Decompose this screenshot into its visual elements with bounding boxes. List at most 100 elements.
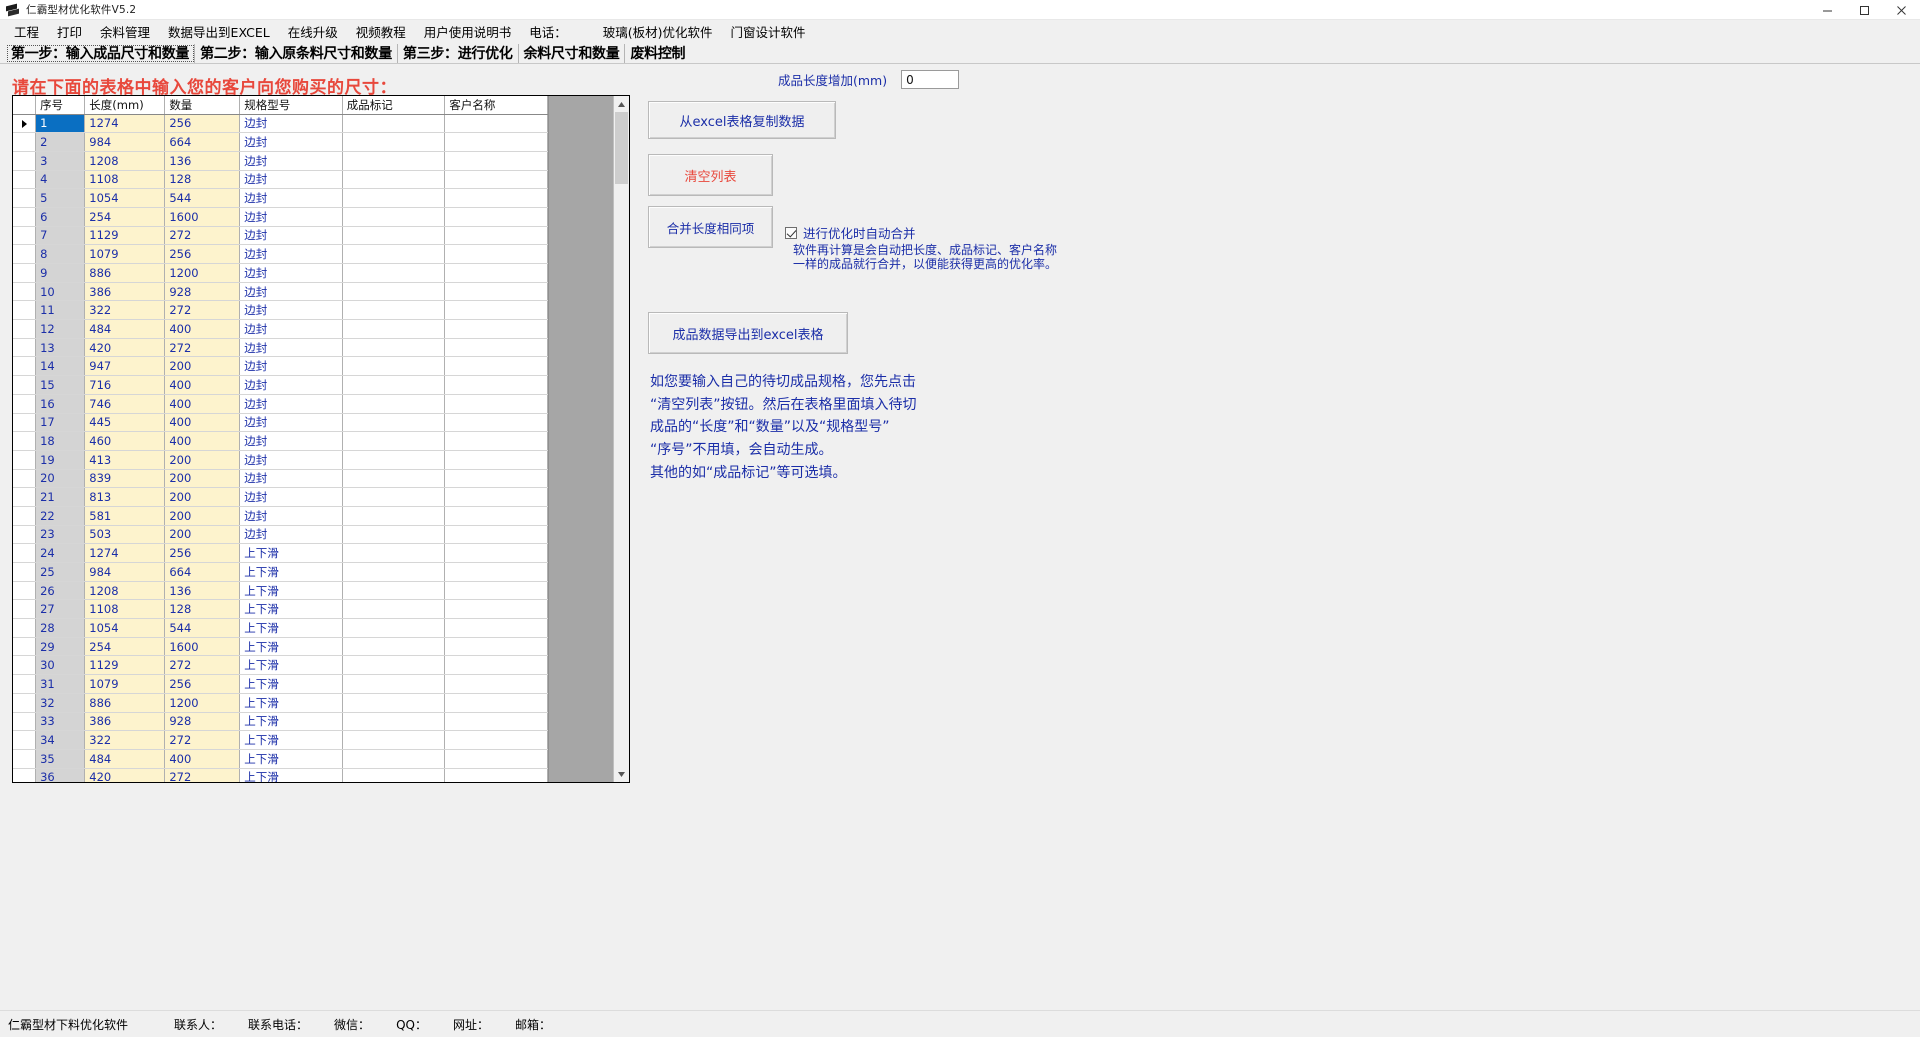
cell-idx[interactable]: 12 [35,319,86,339]
cell-customer[interactable] [444,226,548,246]
cell-qty[interactable]: 400 [164,394,241,414]
cell-idx[interactable]: 27 [35,599,86,620]
cell-mark[interactable] [342,319,446,339]
cell-length[interactable]: 386 [84,712,166,732]
table-row[interactable]: 10 386 928 边封 [13,282,548,302]
cell-spec[interactable]: 上下滑 [239,730,343,750]
cell-length[interactable]: 886 [84,693,166,713]
cell-mark[interactable] [342,338,446,358]
cell-idx[interactable]: 2 [35,132,86,152]
table-row[interactable]: 35 484 400 上下滑 [13,749,548,769]
clear-list-button[interactable]: 清空列表 [648,154,773,196]
cell-mark[interactable] [342,487,446,507]
cell-mark[interactable] [342,768,446,782]
cell-spec[interactable]: 边封 [239,356,343,377]
cell-mark[interactable] [342,375,446,395]
cell-marker[interactable] [13,356,37,377]
cell-customer[interactable] [444,188,548,208]
cell-spec[interactable]: 边封 [239,207,343,227]
cell-mark[interactable] [342,693,446,713]
cell-idx[interactable]: 8 [35,244,86,264]
cell-marker[interactable] [13,768,37,782]
table-row[interactable]: 23 503 200 边封 [13,525,548,545]
cell-marker[interactable] [13,506,37,526]
cell-qty[interactable]: 128 [164,170,241,190]
table-row[interactable]: 3 1208 136 边封 [13,151,548,171]
cell-length[interactable]: 503 [84,525,166,545]
finished-goods-grid[interactable]: 序号 长度(mm) 数量 规格型号 成品标记 客户名称 1 1274 256 边封 2 984 664… [12,95,630,783]
table-row[interactable]: 33 386 928 上下滑 [13,712,548,732]
cell-customer[interactable] [444,581,548,601]
cell-spec[interactable]: 边封 [239,525,343,545]
cell-marker[interactable] [13,338,37,358]
cell-length[interactable]: 984 [84,132,166,152]
cell-qty[interactable]: 1200 [164,693,241,713]
cell-mark[interactable] [342,749,446,769]
cell-idx[interactable]: 24 [35,543,86,563]
cell-qty[interactable]: 272 [164,768,241,782]
cell-marker[interactable] [13,712,37,732]
cell-marker[interactable] [13,674,37,694]
cell-mark[interactable] [342,188,446,208]
cell-mark[interactable] [342,525,446,545]
cell-length[interactable]: 1054 [84,618,166,638]
table-row[interactable]: 7 1129 272 边封 [13,226,548,246]
close-icon[interactable] [1883,0,1920,20]
cell-idx[interactable]: 17 [35,413,86,433]
cell-length[interactable]: 254 [84,207,166,227]
cell-length[interactable]: 1129 [84,655,166,676]
tab-step-5[interactable]: 废料控制 [625,44,690,63]
cell-spec[interactable]: 边封 [239,300,343,321]
cell-customer[interactable] [444,375,548,395]
cell-customer[interactable] [444,562,548,582]
cell-length[interactable]: 322 [84,730,166,750]
cell-spec[interactable]: 上下滑 [239,749,343,769]
cell-length[interactable]: 984 [84,562,166,582]
cell-qty[interactable]: 200 [164,356,241,377]
cell-mark[interactable] [342,450,446,470]
cell-customer[interactable] [444,543,548,563]
cell-customer[interactable] [444,618,548,638]
tab-step-2[interactable]: 第二步：输入原条料尺寸和数量 [195,44,398,63]
cell-spec[interactable]: 边封 [239,431,343,451]
cell-customer[interactable] [444,207,548,227]
cell-customer[interactable] [444,655,548,676]
cell-mark[interactable] [342,581,446,601]
cell-idx[interactable]: 1 [35,114,86,134]
cell-marker[interactable] [13,188,37,208]
cell-customer[interactable] [444,749,548,769]
cell-idx[interactable]: 18 [35,431,86,451]
minimize-icon[interactable] [1809,0,1846,20]
cell-qty[interactable]: 928 [164,712,241,732]
scrollbar-track[interactable] [614,112,629,766]
cell-qty[interactable]: 256 [164,674,241,694]
cell-marker[interactable] [13,655,37,676]
cell-length[interactable]: 1274 [84,543,166,563]
table-row[interactable]: 9 886 1200 边封 [13,263,548,283]
table-row[interactable]: 26 1208 136 上下滑 [13,581,548,601]
cell-marker[interactable] [13,319,37,339]
cell-customer[interactable] [444,525,548,545]
cell-idx[interactable]: 6 [35,207,86,227]
cell-customer[interactable] [444,693,548,713]
cell-spec[interactable]: 边封 [239,282,343,302]
cell-qty[interactable]: 400 [164,431,241,451]
cell-qty[interactable]: 664 [164,562,241,582]
table-row[interactable]: 34 322 272 上下滑 [13,730,548,750]
cell-idx[interactable]: 21 [35,487,86,507]
cell-customer[interactable] [444,151,548,171]
cell-length[interactable]: 484 [84,749,166,769]
table-row[interactable]: 1 1274 256 边封 [13,114,548,134]
grid-col-header-1[interactable]: 序号 [35,96,86,115]
cell-qty[interactable]: 272 [164,226,241,246]
cell-mark[interactable] [342,394,446,414]
cell-length[interactable]: 813 [84,487,166,507]
table-row[interactable]: 17 445 400 边封 [13,413,548,433]
cell-length[interactable]: 322 [84,300,166,321]
menu-item-4[interactable]: 在线升级 [279,20,347,43]
cell-length[interactable]: 445 [84,413,166,433]
cell-marker[interactable] [13,413,37,433]
table-row[interactable]: 30 1129 272 上下滑 [13,655,548,676]
table-row[interactable]: 31 1079 256 上下滑 [13,674,548,694]
cell-mark[interactable] [342,543,446,563]
